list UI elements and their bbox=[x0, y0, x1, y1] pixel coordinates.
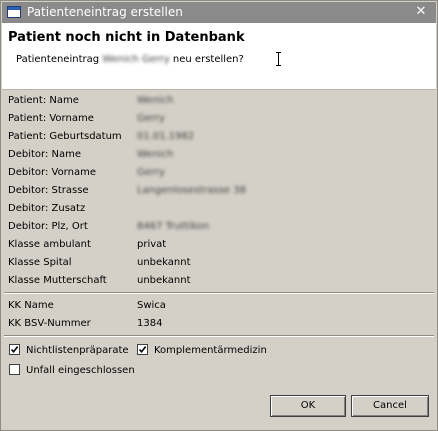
info-value: unbekannt bbox=[137, 257, 191, 268]
checkbox-box[interactable] bbox=[137, 344, 148, 355]
info-label: Patient: Vorname bbox=[8, 113, 94, 124]
info-row: Patient: Vorname Gerry bbox=[8, 111, 428, 127]
info-label: Debitor: Zusatz bbox=[8, 203, 86, 214]
info-row: Patient: Name Wenich bbox=[8, 93, 428, 109]
window-icon bbox=[7, 6, 21, 18]
insurance-row: KK Name Swica bbox=[8, 298, 428, 314]
info-value: Gerry bbox=[137, 167, 165, 178]
insurance-value: Swica bbox=[137, 300, 166, 311]
info-label: Klasse Mutterschaft bbox=[8, 275, 107, 286]
checkmark-icon bbox=[10, 346, 19, 354]
info-label: Debitor: Plz, Ort bbox=[8, 221, 88, 232]
insurance-label: KK Name bbox=[8, 300, 54, 311]
title-bar[interactable]: Patienteneintrag erstellen ✕ bbox=[2, 2, 436, 23]
window-title: Patienteneintrag erstellen bbox=[27, 5, 183, 19]
info-value: Langenlosestrasse 38 bbox=[137, 185, 246, 196]
checkmark-icon bbox=[138, 346, 147, 354]
info-label: Debitor: Name bbox=[8, 149, 82, 160]
checkbox-label: Unfall eingeschlossen bbox=[26, 365, 135, 376]
ok-button[interactable]: OK bbox=[270, 395, 346, 417]
info-value: unbekannt bbox=[137, 275, 191, 286]
insurance-label: KK BSV-Nummer bbox=[8, 318, 91, 329]
info-value: 01.01.1982 bbox=[137, 131, 195, 142]
message-suffix: neu erstellen? bbox=[172, 54, 244, 65]
checkbox-box[interactable] bbox=[9, 364, 20, 375]
info-row: Klasse ambulant privat bbox=[8, 237, 428, 253]
dialog-window: Patienteneintrag erstellen ✕ Patient noc… bbox=[0, 0, 438, 431]
info-row: Debitor: Name Wenich bbox=[8, 147, 428, 163]
info-row: Patient: Geburtsdatum 01.01.1982 bbox=[8, 129, 428, 145]
info-label: Patient: Geburtsdatum bbox=[8, 131, 122, 142]
checkbox-label: Nichtlistenpräparate bbox=[26, 345, 129, 356]
info-value: privat bbox=[137, 239, 167, 250]
separator bbox=[4, 292, 434, 294]
checkbox-label: Komplementärmedizin bbox=[154, 345, 267, 356]
info-row: Debitor: Vorname Gerry bbox=[8, 165, 428, 181]
dialog-header: Patient noch nicht in Datenbank Patiente… bbox=[2, 23, 436, 90]
info-value: Gerry bbox=[137, 113, 165, 124]
info-row: Debitor: Plz, Ort 8467 Truttikon bbox=[8, 219, 428, 235]
info-row: Klasse Spital unbekannt bbox=[8, 255, 428, 271]
info-value: Wenich bbox=[137, 95, 174, 106]
info-label: Debitor: Strasse bbox=[8, 185, 89, 196]
message-patient-name: Wenich Gerry bbox=[102, 54, 170, 65]
info-row: Klasse Mutterschaft unbekannt bbox=[8, 273, 428, 289]
info-label: Debitor: Vorname bbox=[8, 167, 96, 178]
message-prefix: Patienteneintrag bbox=[16, 54, 100, 65]
insurance-row: KK BSV-Nummer 1384 bbox=[8, 316, 428, 332]
info-row: Debitor: Strasse Langenlosestrasse 38 bbox=[8, 183, 428, 199]
info-label: Patient: Name bbox=[8, 95, 79, 106]
info-value: 8467 Truttikon bbox=[137, 221, 210, 232]
header-title: Patient noch nicht in Datenbank bbox=[8, 30, 245, 45]
info-label: Klasse Spital bbox=[8, 257, 72, 268]
cancel-button[interactable]: Cancel bbox=[351, 395, 429, 417]
checkbox-box[interactable] bbox=[9, 344, 20, 355]
text-cursor-icon bbox=[276, 52, 282, 66]
info-label: Klasse ambulant bbox=[8, 239, 91, 250]
separator bbox=[4, 335, 434, 337]
info-value: Wenich bbox=[137, 149, 174, 160]
header-message: Patienteneintrag Wenich Gerry neu erstel… bbox=[16, 54, 244, 65]
insurance-value: 1384 bbox=[137, 318, 163, 329]
close-icon[interactable]: ✕ bbox=[414, 4, 428, 20]
info-row: Debitor: Zusatz bbox=[8, 201, 428, 217]
